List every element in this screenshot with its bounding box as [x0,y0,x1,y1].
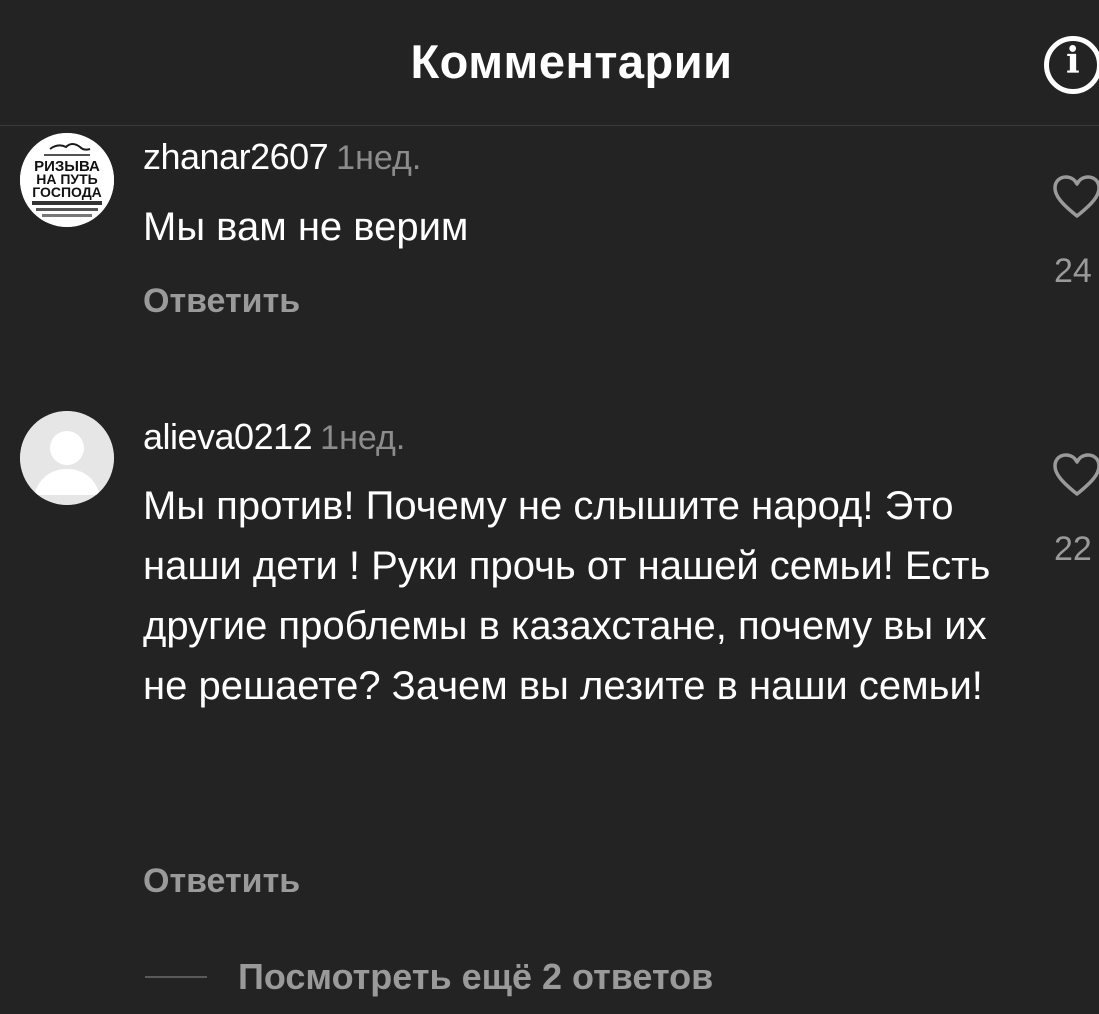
heart-outline-icon[interactable] [1052,452,1099,498]
like-count: 24 [1054,252,1092,290]
default-avatar-icon [20,411,114,505]
header-divider [0,125,1099,126]
like-count: 22 [1054,530,1092,568]
username[interactable]: zhanar2607 [143,136,329,177]
comment-text: Мы вам не верим [143,205,469,249]
reply-button[interactable]: Ответить [143,862,300,901]
comments-header: Комментарии i [0,0,1099,126]
view-more-divider [145,976,207,978]
page-title: Комментарии [410,35,733,88]
comment-meta: zhanar2607 1нед. [143,137,421,178]
avatar[interactable] [20,411,114,505]
timestamp: 1нед. [320,419,406,457]
comment-meta: alieva0212 1нед. [143,417,405,458]
avatar-logo-image: РИЗЫВА НА ПУТЬ ГОСПОДА [20,133,114,227]
avatar[interactable]: РИЗЫВА НА ПУТЬ ГОСПОДА [20,133,114,227]
heart-outline-icon[interactable] [1052,174,1099,220]
username[interactable]: alieva0212 [143,416,313,457]
timestamp: 1нед. [336,139,422,177]
view-more-replies-button[interactable]: Посмотреть ещё 2 ответов [238,956,713,998]
comment-text: Мы против! Почему не слышите народ! Это … [143,484,991,708]
info-icon[interactable]: i [1044,36,1099,94]
svg-text:ГОСПОДА: ГОСПОДА [32,184,102,200]
reply-button[interactable]: Ответить [143,282,300,321]
comments-screen: Комментарии i РИЗЫВА НА ПУТЬ ГОСПОДА zha… [0,0,1099,1014]
